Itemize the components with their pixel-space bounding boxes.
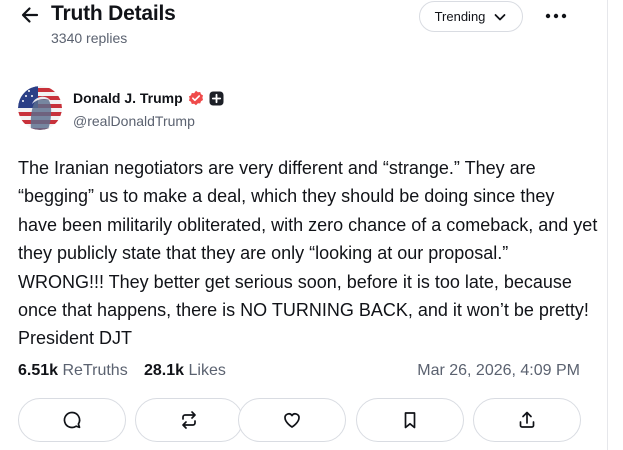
column-divider — [607, 0, 608, 450]
like-button[interactable] — [238, 398, 346, 442]
page-title: Truth Details — [51, 2, 176, 25]
comment-icon — [63, 411, 81, 429]
author-display-name[interactable]: Donald J. Trump — [73, 90, 183, 106]
retruths-count: 6.51k — [18, 362, 59, 379]
share-icon — [519, 411, 535, 428]
avatar-image — [18, 86, 62, 130]
heart-icon — [284, 413, 300, 428]
avatar[interactable] — [18, 86, 62, 130]
back-button[interactable] — [18, 3, 42, 27]
author-name-row: Donald J. Trump — [73, 90, 224, 106]
likes-stat[interactable]: 28.1k Likes — [144, 362, 226, 380]
verified-badge-icon — [188, 90, 203, 106]
likes-label: Likes — [188, 362, 226, 379]
bookmark-button[interactable] — [356, 398, 464, 442]
feed-filter-label: Trending — [434, 9, 486, 24]
arrow-left-icon — [21, 7, 39, 23]
chevron-down-icon — [495, 13, 506, 20]
more-options-button[interactable] — [538, 4, 574, 28]
page-header: Truth Details 3340 replies Trending — [0, 0, 607, 56]
retruths-label: ReTruths — [62, 362, 128, 379]
likes-count: 28.1k — [144, 362, 185, 379]
truth-details-page: Truth Details 3340 replies Trending Dona… — [0, 0, 607, 450]
post-author: Donald J. Trump @realDonaldTrump — [18, 86, 598, 132]
post-text: The Iranian negotiators are very differe… — [18, 158, 598, 349]
retruth-button[interactable] — [135, 398, 243, 442]
feed-filter-dropdown[interactable]: Trending — [419, 1, 523, 32]
repost-icon — [182, 411, 196, 429]
plus-badge-icon — [209, 91, 224, 105]
share-button[interactable] — [473, 398, 581, 442]
reply-button[interactable] — [18, 398, 126, 442]
retruths-stat[interactable]: 6.51k ReTruths — [18, 362, 128, 380]
bookmark-icon — [404, 412, 416, 429]
more-horizontal-icon — [545, 13, 567, 19]
replies-count: 3340 replies — [51, 30, 128, 46]
post-stats: 6.51k ReTruths 28.1k Likes Mar 26, 2026,… — [18, 362, 580, 384]
author-handle[interactable]: @realDonaldTrump — [73, 113, 195, 129]
post-actions-bar — [18, 398, 598, 444]
post-timestamp[interactable]: Mar 26, 2026, 4:09 PM — [417, 362, 580, 380]
